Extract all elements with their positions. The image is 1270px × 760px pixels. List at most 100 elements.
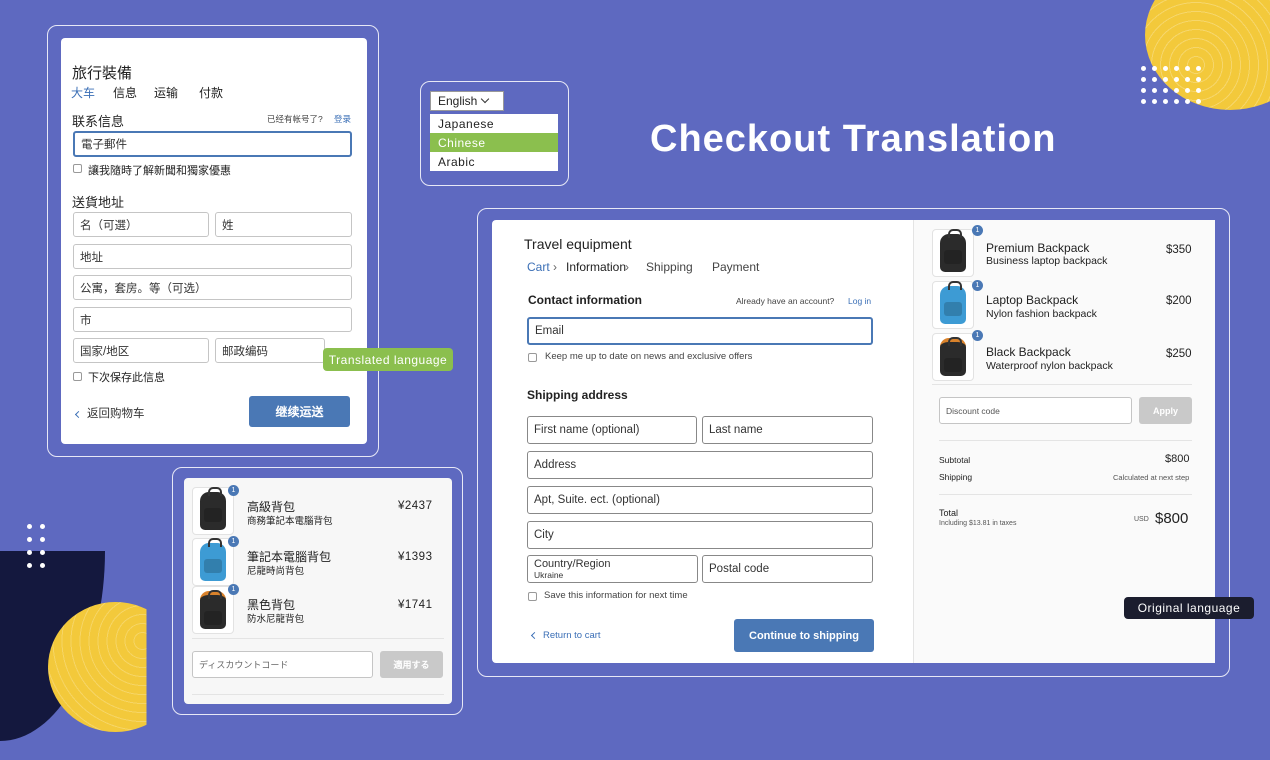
- language-selected: English: [438, 94, 478, 108]
- have-account-translated: 已经有帐号了?: [267, 114, 323, 124]
- apply-button-translated[interactable]: 適用する: [380, 651, 443, 678]
- city-field-translated[interactable]: 市: [73, 307, 352, 332]
- subtotal-value: $800: [1165, 453, 1190, 465]
- language-select[interactable]: English: [430, 91, 504, 111]
- translated-language-badge: Translated language: [323, 348, 453, 371]
- product-price: $350: [1166, 244, 1192, 256]
- shipping-heading-translated: 送貨地址: [72, 195, 125, 210]
- last-name-field[interactable]: Last name: [702, 416, 873, 444]
- country-value: Ukraine: [534, 569, 564, 580]
- apply-button[interactable]: Apply: [1139, 397, 1192, 424]
- last-name-field-translated[interactable]: 姓: [215, 212, 352, 237]
- product-desc: Nylon fashion backpack: [986, 308, 1097, 320]
- breadcrumb-payment[interactable]: Payment: [712, 260, 759, 274]
- breadcrumb-payment-translated[interactable]: 付款: [199, 84, 223, 101]
- original-language-badge: Original language: [1124, 597, 1254, 619]
- return-link[interactable]: Return to cart: [530, 630, 601, 641]
- breadcrumb-shipping-translated[interactable]: 运输: [154, 84, 178, 101]
- contact-heading-translated: 联系信息: [72, 114, 125, 129]
- backpack-image: [940, 281, 966, 324]
- backpack-image: [200, 538, 226, 581]
- have-account-text: Already have an account?: [736, 296, 835, 306]
- divider: [939, 494, 1192, 495]
- address-field[interactable]: Address: [527, 451, 873, 479]
- breadcrumb-information[interactable]: Information: [566, 260, 626, 274]
- chevron-down-icon: [481, 94, 490, 104]
- return-label: Return to cart: [543, 630, 601, 641]
- product-desc: Business laptop backpack: [986, 255, 1108, 267]
- email-field-translated[interactable]: 電子郵件: [73, 131, 352, 157]
- product-thumb-2-translated: [192, 538, 234, 586]
- total-value: $800: [1155, 510, 1189, 527]
- news-checkbox[interactable]: [528, 353, 537, 362]
- return-label-translated: 返回购物车: [87, 408, 145, 420]
- divider: [192, 638, 444, 639]
- continue-button-translated[interactable]: 继续运送: [249, 396, 350, 427]
- backpack-image: [200, 487, 226, 530]
- product-price: $200: [1166, 295, 1192, 307]
- language-options: Japanese Chinese Arabic: [430, 114, 558, 171]
- country-field-translated[interactable]: 国家/地区: [73, 338, 209, 363]
- breadcrumb-separator: ›: [553, 260, 557, 274]
- shipping-value: Calculated at next step: [1113, 473, 1190, 482]
- breadcrumb-cart-translated[interactable]: 大车: [71, 84, 95, 101]
- discount-field[interactable]: Discount code: [939, 397, 1132, 424]
- address-field-translated[interactable]: 地址: [73, 244, 352, 269]
- discount-field-translated[interactable]: ディスカウントコード: [192, 651, 373, 678]
- backpack-image: [940, 337, 966, 376]
- shipping-label: Shipping: [939, 472, 973, 482]
- email-field[interactable]: Email: [527, 317, 873, 345]
- currency-code: USD: [1134, 516, 1149, 523]
- product-price: ¥2437: [398, 500, 433, 512]
- product-name: Premium Backpack: [986, 241, 1090, 255]
- product-thumb-1-translated: [192, 487, 234, 535]
- total-label: Total: [939, 508, 959, 518]
- product-price: ¥1393: [398, 551, 433, 563]
- page-title: Checkout Translation: [650, 118, 1057, 160]
- login-link-translated[interactable]: 登录: [334, 113, 351, 125]
- breadcrumb-cart[interactable]: Cart: [527, 260, 550, 274]
- product-thumb-3-translated: [192, 586, 234, 634]
- language-option-arabic[interactable]: Arabic: [430, 152, 558, 171]
- first-name-field[interactable]: First name (optional): [527, 416, 697, 444]
- qty-badge: 1: [228, 584, 239, 595]
- save-checkbox-translated[interactable]: [73, 372, 82, 381]
- return-link-translated[interactable]: 返回购物车: [74, 405, 145, 421]
- shop-title: Travel equipment: [524, 236, 632, 252]
- save-checkbox-label-translated: 下次保存此信息: [88, 372, 165, 384]
- postal-field[interactable]: Postal code: [702, 555, 873, 583]
- taxes-note: Including $13.81 in taxes: [939, 520, 1017, 527]
- country-label: Country/Region: [534, 557, 611, 570]
- divider: [932, 384, 1192, 385]
- breadcrumb-information-translated[interactable]: 信息: [113, 84, 137, 101]
- qty-badge: 1: [972, 330, 983, 341]
- decorative-dots-top-right: [1141, 66, 1201, 104]
- decorative-circle-bottom-left: [48, 602, 147, 732]
- subtotal-label: Subtotal: [939, 455, 971, 465]
- product-thumb-2: [932, 281, 974, 329]
- language-option-chinese[interactable]: Chinese: [430, 133, 558, 152]
- chevron-left-icon: [74, 410, 83, 419]
- first-name-field-translated[interactable]: 名（可選）: [73, 212, 209, 237]
- product-price: $250: [1166, 348, 1192, 360]
- apt-field-translated[interactable]: 公寓，套房。等（可选）: [73, 275, 352, 300]
- login-link[interactable]: Log in: [848, 296, 871, 306]
- product-desc: 商務筆記本電腦背包: [247, 516, 333, 527]
- continue-shipping-button[interactable]: Continue to shipping: [734, 619, 874, 652]
- shop-title-translated: 旅行裝備: [72, 65, 133, 82]
- postal-field-translated[interactable]: 邮政编码: [215, 338, 325, 363]
- backpack-image: [200, 590, 226, 629]
- save-checkbox[interactable]: [528, 592, 537, 601]
- news-checkbox-translated[interactable]: [73, 164, 82, 173]
- save-checkbox-label: Save this information for next time: [544, 590, 688, 601]
- product-name: Laptop Backpack: [986, 293, 1079, 307]
- apt-field[interactable]: Apt, Suite. ect. (optional): [527, 486, 873, 514]
- product-name: Black Backpack: [986, 345, 1071, 359]
- city-field[interactable]: City: [527, 521, 873, 549]
- breadcrumb-shipping[interactable]: Shipping: [646, 260, 693, 274]
- divider: [939, 440, 1192, 441]
- qty-badge: 1: [228, 485, 239, 496]
- qty-badge: 1: [972, 280, 983, 291]
- language-option-japanese[interactable]: Japanese: [430, 114, 558, 133]
- country-select[interactable]: Country/Region Ukraine: [527, 555, 698, 583]
